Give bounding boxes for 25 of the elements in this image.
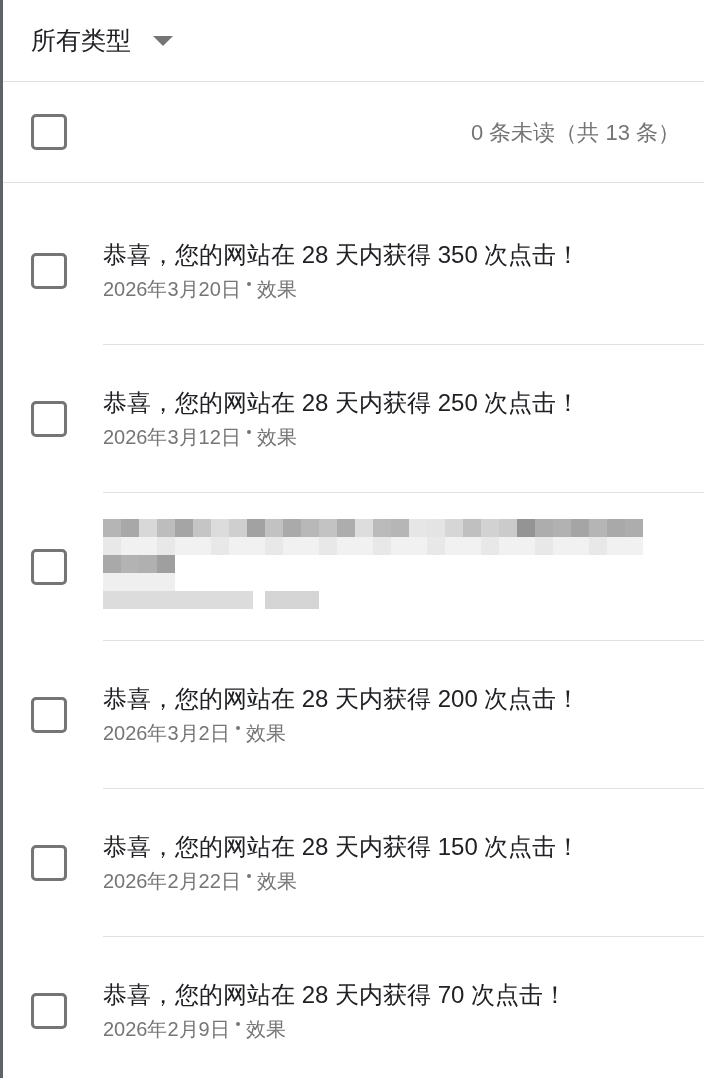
message-title[interactable]: 恭喜，您的网站在 28 天内获得 350 次点击！ [103, 237, 704, 272]
message-title[interactable]: 恭喜，您的网站在 28 天内获得 70 次点击！ [103, 978, 704, 1012]
select-all-checkbox[interactable] [31, 114, 67, 150]
message-checkbox[interactable] [31, 845, 67, 881]
message-category: 效果 [256, 276, 297, 302]
message-category: 效果 [245, 720, 286, 746]
type-filter-dropdown[interactable]: 所有类型 [31, 21, 173, 60]
message-date: 2026年3月2日 [103, 720, 230, 746]
message-date: 2026年2月22日 [103, 868, 241, 894]
message-checkbox[interactable] [31, 401, 67, 437]
message-date: 2026年3月20日 [103, 276, 241, 302]
unread-summary: 0 条未读（共 13 条） [470, 118, 680, 147]
caret-icon [153, 35, 173, 46]
message-checkbox[interactable] [31, 253, 67, 289]
message-category: 效果 [245, 1017, 286, 1042]
message-checkbox[interactable] [31, 549, 67, 585]
message-title[interactable]: 恭喜，您的网站在 28 天内获得 200 次点击！ [103, 681, 704, 716]
message-checkbox[interactable] [31, 697, 67, 733]
message-date: 2026年3月12日 [103, 424, 241, 450]
message-title[interactable]: 恭喜，您的网站在 28 天内获得 150 次点击！ [103, 829, 704, 864]
message-checkbox[interactable] [31, 993, 67, 1029]
message-date: 2026年2月9日 [103, 1017, 230, 1042]
message-category: 效果 [256, 868, 297, 894]
message-category: 效果 [256, 424, 297, 450]
message-title[interactable]: 恭喜，您的网站在 28 天内获得 250 次点击！ [103, 385, 704, 420]
